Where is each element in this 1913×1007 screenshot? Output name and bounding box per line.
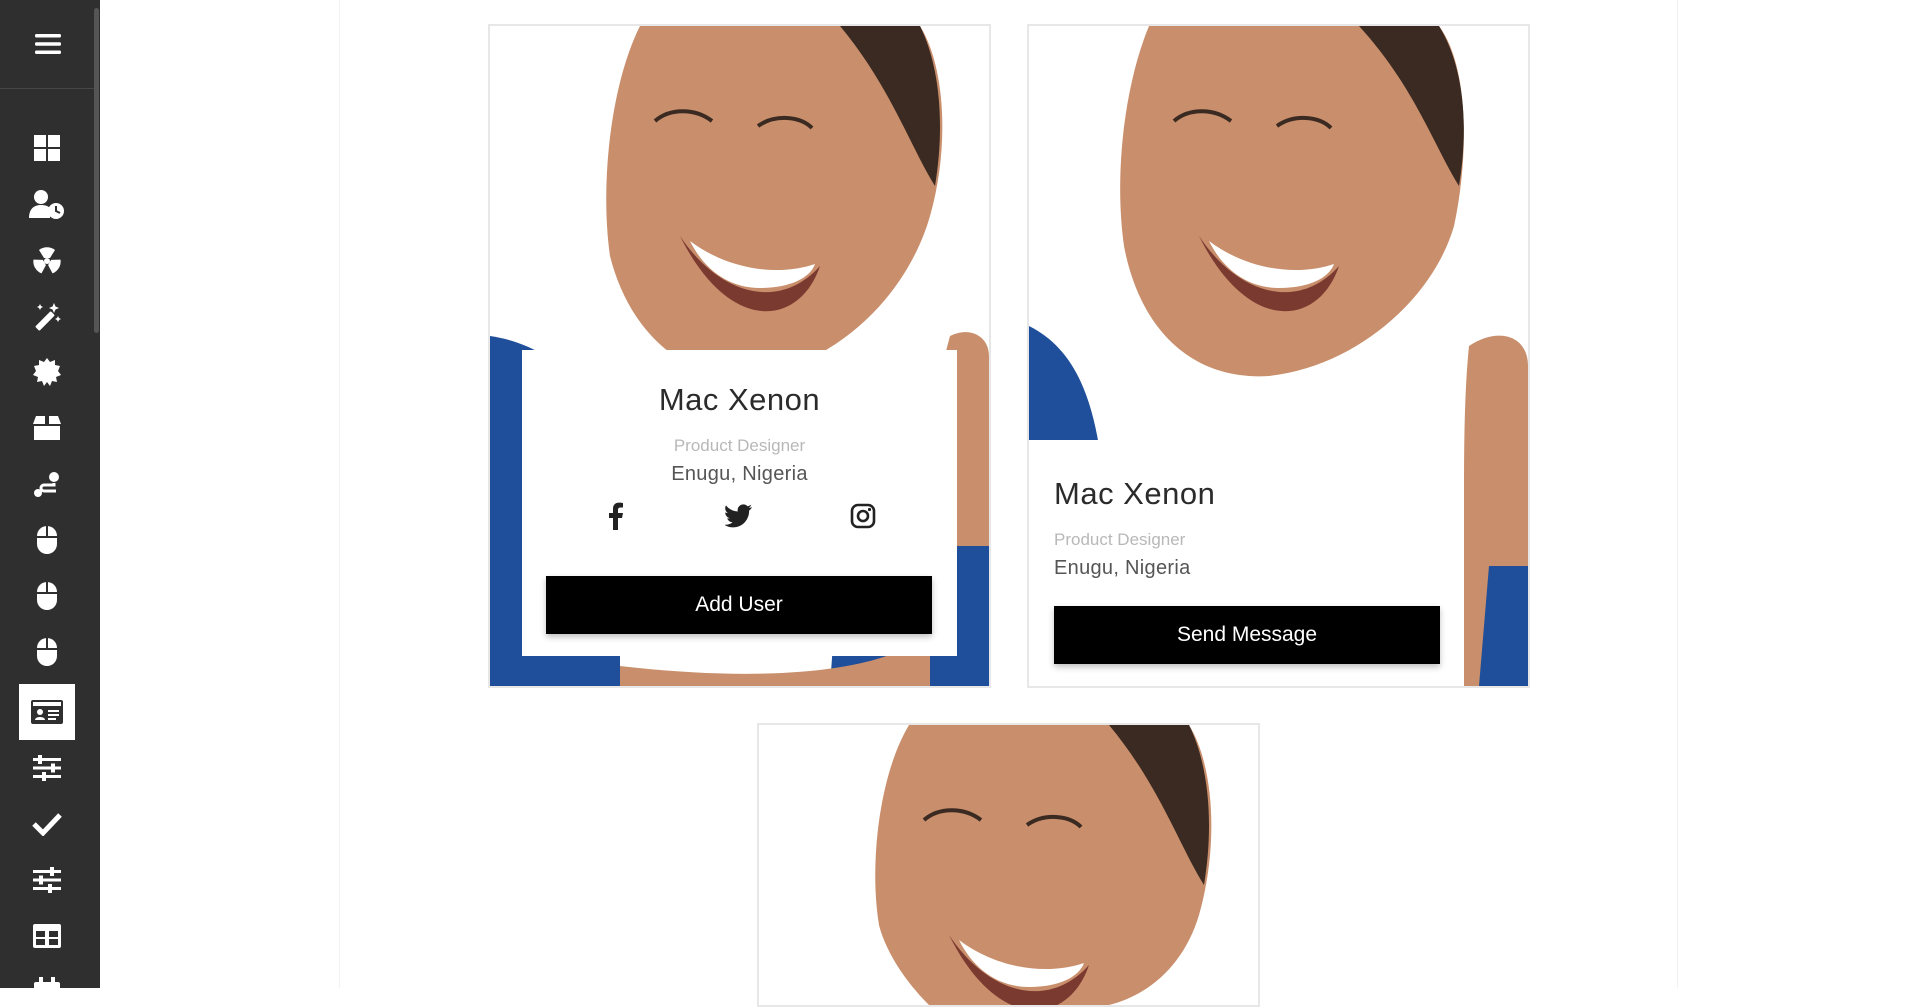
profile-location: Enugu, Nigeria bbox=[1054, 557, 1191, 579]
profile-role: Product Designer bbox=[1054, 530, 1186, 549]
calendar-icon bbox=[34, 977, 60, 988]
profile-photo bbox=[759, 725, 1258, 1005]
id-card-icon bbox=[31, 700, 63, 724]
twitter-icon bbox=[725, 504, 752, 528]
menu-toggle-button[interactable] bbox=[0, 0, 96, 89]
sidebar-item-calendar[interactable] bbox=[19, 964, 75, 988]
sidebar-item-route[interactable] bbox=[19, 456, 75, 512]
sidebar-item-mouse-3[interactable] bbox=[19, 624, 75, 680]
profile-info-panel: Mac Xenon Product Designer Enugu, Nigeri… bbox=[1029, 440, 1464, 686]
magic-wand-icon bbox=[35, 303, 61, 331]
profile-location: Enugu, Nigeria bbox=[671, 463, 808, 485]
sidebar-scrollbar[interactable] bbox=[94, 8, 99, 333]
facebook-icon bbox=[609, 502, 623, 530]
radiation-icon bbox=[33, 247, 61, 274]
sidebar-item-check[interactable] bbox=[19, 796, 75, 852]
sidebar-item-mouse-2[interactable] bbox=[19, 568, 75, 624]
sidebar-item-box[interactable] bbox=[19, 400, 75, 456]
profile-info-panel: Mac Xenon Product Designer Enugu, Nigeri… bbox=[522, 350, 957, 656]
user-clock-icon bbox=[29, 190, 64, 219]
hamburger-menu-icon bbox=[35, 34, 61, 54]
instagram-link[interactable] bbox=[843, 496, 883, 536]
sidebar-item-magic[interactable] bbox=[19, 288, 75, 344]
sliders-icon bbox=[33, 755, 61, 781]
profile-card bbox=[757, 723, 1260, 1007]
sidebar-item-dashboard[interactable] bbox=[19, 120, 75, 176]
facebook-link[interactable] bbox=[596, 496, 636, 536]
route-icon bbox=[34, 472, 59, 497]
profile-card: Mac Xenon Product Designer Enugu, Nigeri… bbox=[1027, 24, 1530, 688]
sidebar-item-sliders-1[interactable] bbox=[19, 740, 75, 796]
sidebar bbox=[0, 0, 100, 988]
box-icon bbox=[33, 416, 61, 440]
mouse-icon bbox=[37, 638, 57, 666]
sidebar-item-table[interactable] bbox=[19, 908, 75, 964]
sidebar-item-badge[interactable] bbox=[19, 344, 75, 400]
send-message-button[interactable]: Send Message bbox=[1054, 606, 1440, 664]
sidebar-item-sliders-2[interactable] bbox=[19, 852, 75, 908]
sidebar-item-user-clock[interactable] bbox=[19, 176, 75, 232]
sidebar-item-id-card[interactable] bbox=[19, 684, 75, 740]
add-user-button[interactable]: Add User bbox=[546, 576, 932, 634]
sliders-icon bbox=[33, 867, 61, 893]
profile-name: Mac Xenon bbox=[658, 382, 821, 417]
sidebar-item-mouse-1[interactable] bbox=[19, 512, 75, 568]
profile-role: Product Designer bbox=[673, 436, 806, 455]
twitter-link[interactable] bbox=[719, 496, 759, 536]
badge-icon bbox=[33, 358, 61, 386]
mouse-icon bbox=[37, 582, 57, 610]
table-icon bbox=[33, 924, 61, 948]
profile-card: Mac Xenon Product Designer Enugu, Nigeri… bbox=[488, 24, 991, 688]
profile-name: Mac Xenon bbox=[1054, 476, 1216, 511]
sidebar-item-radiation[interactable] bbox=[19, 232, 75, 288]
mouse-icon bbox=[37, 526, 57, 554]
dashboard-icon bbox=[34, 135, 60, 161]
check-icon bbox=[32, 813, 62, 836]
instagram-icon bbox=[850, 503, 876, 529]
